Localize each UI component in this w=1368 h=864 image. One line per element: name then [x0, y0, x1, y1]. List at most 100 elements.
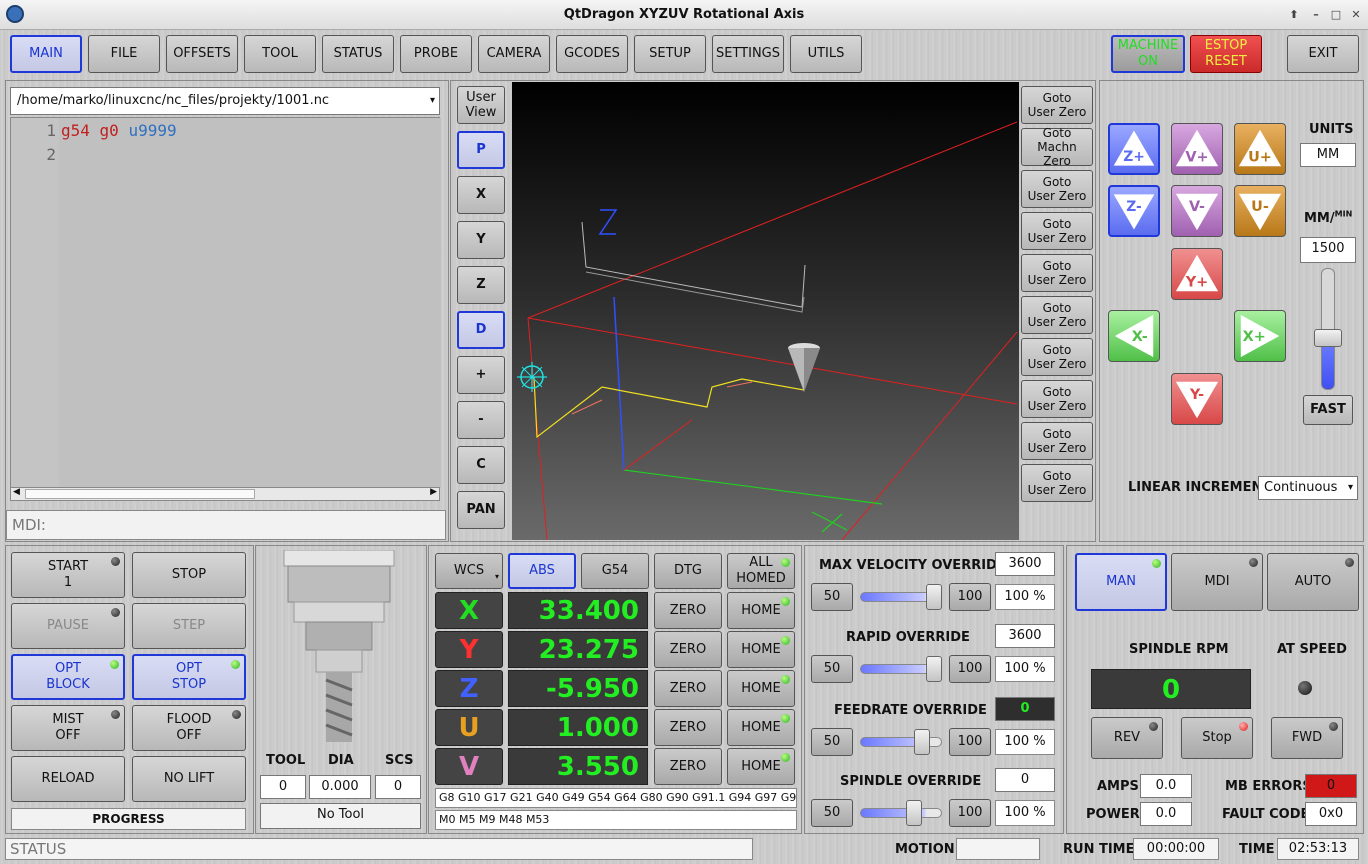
feedrate-100-button[interactable]: 100 — [949, 728, 991, 756]
goto-user-zero-button[interactable]: Goto User Zero — [1021, 170, 1093, 208]
scroll-right-icon[interactable]: ▶ — [430, 487, 437, 497]
jog-u-minus-button[interactable]: U- — [1234, 185, 1286, 237]
max-velocity-slider-handle[interactable] — [926, 584, 942, 610]
axis-y-letter[interactable]: Y — [435, 631, 503, 668]
user-view-button[interactable]: User View — [457, 86, 505, 124]
jog-v-plus-button[interactable]: V+ — [1171, 123, 1223, 175]
axis-v-letter[interactable]: V — [435, 748, 503, 785]
window-minimize-icon[interactable]: – — [1307, 6, 1325, 24]
tab-camera[interactable]: CAMERA — [478, 35, 550, 73]
abs-button[interactable]: ABS — [508, 553, 576, 589]
mode-mdi-button[interactable]: MDI — [1171, 553, 1263, 611]
view-z-button[interactable]: Z — [457, 266, 505, 304]
home-v-button[interactable]: HOME — [727, 748, 795, 785]
fast-button[interactable]: FAST — [1303, 395, 1353, 425]
gcode-editor[interactable]: 1 2 g54 g0 u9999 — [10, 117, 441, 488]
opt-block-button[interactable]: OPT BLOCK — [11, 654, 125, 700]
opt-stop-button[interactable]: OPT STOP — [132, 654, 246, 700]
tab-offsets[interactable]: OFFSETS — [166, 35, 238, 73]
home-x-button[interactable]: HOME — [727, 592, 795, 629]
tab-status[interactable]: STATUS — [322, 35, 394, 73]
goto-user-zero-button[interactable]: Goto User Zero — [1021, 296, 1093, 334]
goto-user-zero-button[interactable]: Goto User Zero — [1021, 338, 1093, 376]
jog-z-plus-button[interactable]: Z+ — [1108, 123, 1160, 175]
view-x-button[interactable]: X — [457, 176, 505, 214]
mdi-input[interactable]: MDI: — [6, 510, 446, 540]
all-homed-button[interactable]: ALL HOMED — [727, 553, 795, 589]
view-p-button[interactable]: P — [457, 131, 505, 169]
scrollbar-thumb[interactable] — [25, 489, 255, 499]
window-up-icon[interactable]: ⬆ — [1285, 6, 1303, 24]
jog-v-minus-button[interactable]: V- — [1171, 185, 1223, 237]
spindle-slider-handle[interactable] — [906, 800, 922, 826]
home-u-button[interactable]: HOME — [727, 709, 795, 746]
spindle-stop-button[interactable]: Stop — [1181, 717, 1253, 759]
goto-user-zero-button[interactable]: Goto User Zero — [1021, 380, 1093, 418]
jog-x-plus-button[interactable]: X+ — [1234, 310, 1286, 362]
jog-y-plus-button[interactable]: Y+ — [1171, 248, 1223, 300]
max-velocity-100-button[interactable]: 100 — [949, 583, 991, 611]
axis-x-letter[interactable]: X — [435, 592, 503, 629]
view-y-button[interactable]: Y — [457, 221, 505, 259]
tab-file[interactable]: FILE — [88, 35, 160, 73]
tab-main[interactable]: MAIN — [10, 35, 82, 73]
jog-u-plus-button[interactable]: U+ — [1234, 123, 1286, 175]
spindle-50-button[interactable]: 50 — [811, 799, 853, 827]
pan-button[interactable]: PAN — [457, 491, 505, 529]
zoom-in-button[interactable]: + — [457, 356, 505, 394]
estop-reset-button[interactable]: ESTOP RESET — [1190, 35, 1262, 73]
editor-horizontal-scrollbar[interactable]: ◀ ▶ — [10, 487, 440, 501]
jog-y-minus-button[interactable]: Y- — [1171, 373, 1223, 425]
goto-user-zero-button[interactable]: Goto User Zero — [1021, 212, 1093, 250]
jog-rate-slider-handle[interactable] — [1314, 329, 1342, 347]
3d-preview-viewport[interactable] — [512, 82, 1019, 540]
axis-z-letter[interactable]: Z — [435, 670, 503, 707]
tab-tool[interactable]: TOOL — [244, 35, 316, 73]
tab-setup[interactable]: SETUP — [634, 35, 706, 73]
zero-x-button[interactable]: ZERO — [654, 592, 722, 629]
linear-increment-select[interactable]: Continuous ▾ — [1258, 476, 1358, 500]
feedrate-slider-handle[interactable] — [914, 729, 930, 755]
window-maximize-icon[interactable]: □ — [1327, 6, 1345, 24]
exit-button[interactable]: EXIT — [1287, 35, 1359, 73]
mode-manual-button[interactable]: MAN — [1075, 553, 1167, 611]
goto-user-zero-button[interactable]: Goto User Zero — [1021, 422, 1093, 460]
home-z-button[interactable]: HOME — [727, 670, 795, 707]
machine-on-button[interactable]: MACHINE ON — [1111, 35, 1185, 73]
zero-u-button[interactable]: ZERO — [654, 709, 722, 746]
g54-button[interactable]: G54 — [581, 553, 649, 589]
goto-user-zero-button[interactable]: Goto User Zero — [1021, 464, 1093, 502]
goto-user-zero-button[interactable]: Goto User Zero — [1021, 86, 1093, 124]
axis-u-letter[interactable]: U — [435, 709, 503, 746]
jog-x-minus-button[interactable]: X- — [1108, 310, 1160, 362]
no-lift-button[interactable]: NO LIFT — [132, 756, 246, 802]
rapid-100-button[interactable]: 100 — [949, 655, 991, 683]
file-path-combobox[interactable]: /home/marko/linuxcnc/nc_files/projekty/1… — [10, 87, 440, 115]
code-area[interactable]: g54 g0 u9999 — [59, 118, 441, 488]
zero-y-button[interactable]: ZERO — [654, 631, 722, 668]
clear-plot-button[interactable]: C — [457, 446, 505, 484]
mode-auto-button[interactable]: AUTO — [1267, 553, 1359, 611]
view-d-button[interactable]: D — [457, 311, 505, 349]
max-velocity-50-button[interactable]: 50 — [811, 583, 853, 611]
spindle-rev-button[interactable]: REV — [1091, 717, 1163, 759]
jog-z-minus-button[interactable]: Z- — [1108, 185, 1160, 237]
tab-probe[interactable]: PROBE — [400, 35, 472, 73]
tab-gcodes[interactable]: GCODES — [556, 35, 628, 73]
feedrate-50-button[interactable]: 50 — [811, 728, 853, 756]
pause-button[interactable]: PAUSE — [11, 603, 125, 649]
dtg-button[interactable]: DTG — [654, 553, 722, 589]
stop-button[interactable]: STOP — [132, 552, 246, 598]
spindle-slider-track[interactable] — [860, 808, 942, 818]
rapid-slider-handle[interactable] — [926, 656, 942, 682]
zero-z-button[interactable]: ZERO — [654, 670, 722, 707]
flood-button[interactable]: FLOOD OFF — [132, 705, 246, 751]
tab-utils[interactable]: UTILS — [790, 35, 862, 73]
rapid-50-button[interactable]: 50 — [811, 655, 853, 683]
home-y-button[interactable]: HOME — [727, 631, 795, 668]
reload-button[interactable]: RELOAD — [11, 756, 125, 802]
tab-settings[interactable]: SETTINGS — [712, 35, 784, 73]
spindle-100-button[interactable]: 100 — [949, 799, 991, 827]
window-close-icon[interactable]: ✕ — [1347, 6, 1365, 24]
mist-button[interactable]: MIST OFF — [11, 705, 125, 751]
